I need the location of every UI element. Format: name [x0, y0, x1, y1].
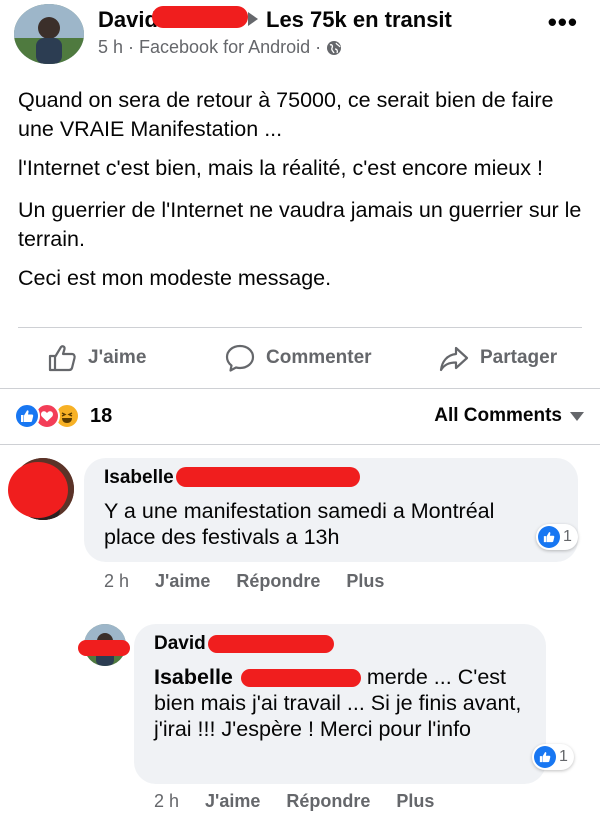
comments-filter-label: All Comments — [434, 405, 562, 426]
post-paragraph: Ceci est mon modeste message. — [18, 266, 332, 290]
share-icon — [439, 346, 469, 372]
comment-time: 2 h — [104, 571, 130, 591]
redaction-mark — [152, 6, 248, 28]
post-paragraph: l'Internet c'est bien, mais la réalité, … — [18, 156, 543, 180]
more-icon[interactable]: ••• — [548, 9, 578, 35]
like-reaction-icon — [538, 526, 560, 548]
reply-time: 2 h — [154, 791, 180, 811]
like-label: J'aime — [88, 347, 147, 368]
reply-actions: 2 h J'aime Répondre Plus — [154, 791, 434, 812]
reply-author[interactable]: David — [154, 633, 206, 655]
reply-text: Isabelle merde ... C'est bien mais j'ai t… — [154, 664, 534, 742]
caret-down-icon — [570, 411, 584, 421]
redaction-mark — [240, 669, 361, 688]
author-avatar[interactable] — [14, 4, 84, 64]
reply-reply-button[interactable]: Répondre — [286, 791, 370, 812]
reply-bubble[interactable]: David Isabelle merde ... C'est bien mais … — [134, 624, 546, 784]
reply-mention[interactable]: Isabelle — [154, 665, 233, 689]
comment-more-button[interactable]: Plus — [346, 571, 384, 592]
share-label: Partager — [480, 347, 558, 368]
divider — [18, 327, 582, 328]
post-paragraph: Un guerrier de l'Internet ne vaudra jama… — [18, 198, 582, 251]
post-meta: 5 h · Facebook for Android · — [98, 37, 342, 58]
comment-reply-button[interactable]: Répondre — [236, 571, 320, 592]
divider — [0, 388, 600, 389]
globe-icon — [327, 40, 342, 55]
redaction-mark — [78, 640, 130, 656]
comment-icon — [225, 344, 255, 372]
divider — [0, 444, 600, 445]
group-name[interactable]: Les 75k en transit — [266, 7, 452, 33]
reply-more-button[interactable]: Plus — [396, 791, 434, 812]
like-count: 1 — [563, 528, 572, 545]
comment-actions: 2 h J'aime Répondre Plus — [104, 571, 384, 592]
comment-bubble[interactable]: Isabelle Y a une manifestation samedi a … — [84, 458, 578, 562]
reaction-count: 18 — [90, 404, 113, 427]
like-reaction-icon — [534, 746, 556, 768]
comment-like-count[interactable]: 1 — [536, 524, 578, 550]
comment-text: Y a une manifestation samedi a Montréal … — [104, 499, 495, 549]
comment-like-button[interactable]: J'aime — [155, 571, 210, 592]
like-count: 1 — [559, 748, 568, 765]
arrow-right-icon — [248, 12, 258, 26]
redaction-mark — [8, 462, 68, 518]
redaction-mark — [176, 467, 360, 487]
reply-like-button[interactable]: J'aime — [205, 791, 260, 812]
comments-filter-dropdown[interactable]: All Comments — [434, 405, 584, 427]
redaction-mark — [208, 635, 334, 653]
thumbs-up-icon — [48, 345, 76, 372]
like-reaction-icon — [14, 403, 40, 429]
reply-like-count[interactable]: 1 — [532, 744, 574, 770]
comment-button[interactable]: Commenter — [224, 341, 372, 375]
reactions-summary[interactable]: 18 — [14, 403, 112, 429]
share-button[interactable]: Partager — [438, 341, 557, 375]
post-author[interactable]: David — [98, 7, 158, 33]
like-button[interactable]: J'aime — [46, 341, 146, 375]
post-meta-text: 5 h · Facebook for Android · — [98, 37, 322, 57]
post-paragraph: Quand on sera de retour à 75000, ce sera… — [18, 88, 554, 141]
comment-author[interactable]: Isabelle — [104, 467, 174, 489]
comment-label: Commenter — [266, 347, 372, 368]
